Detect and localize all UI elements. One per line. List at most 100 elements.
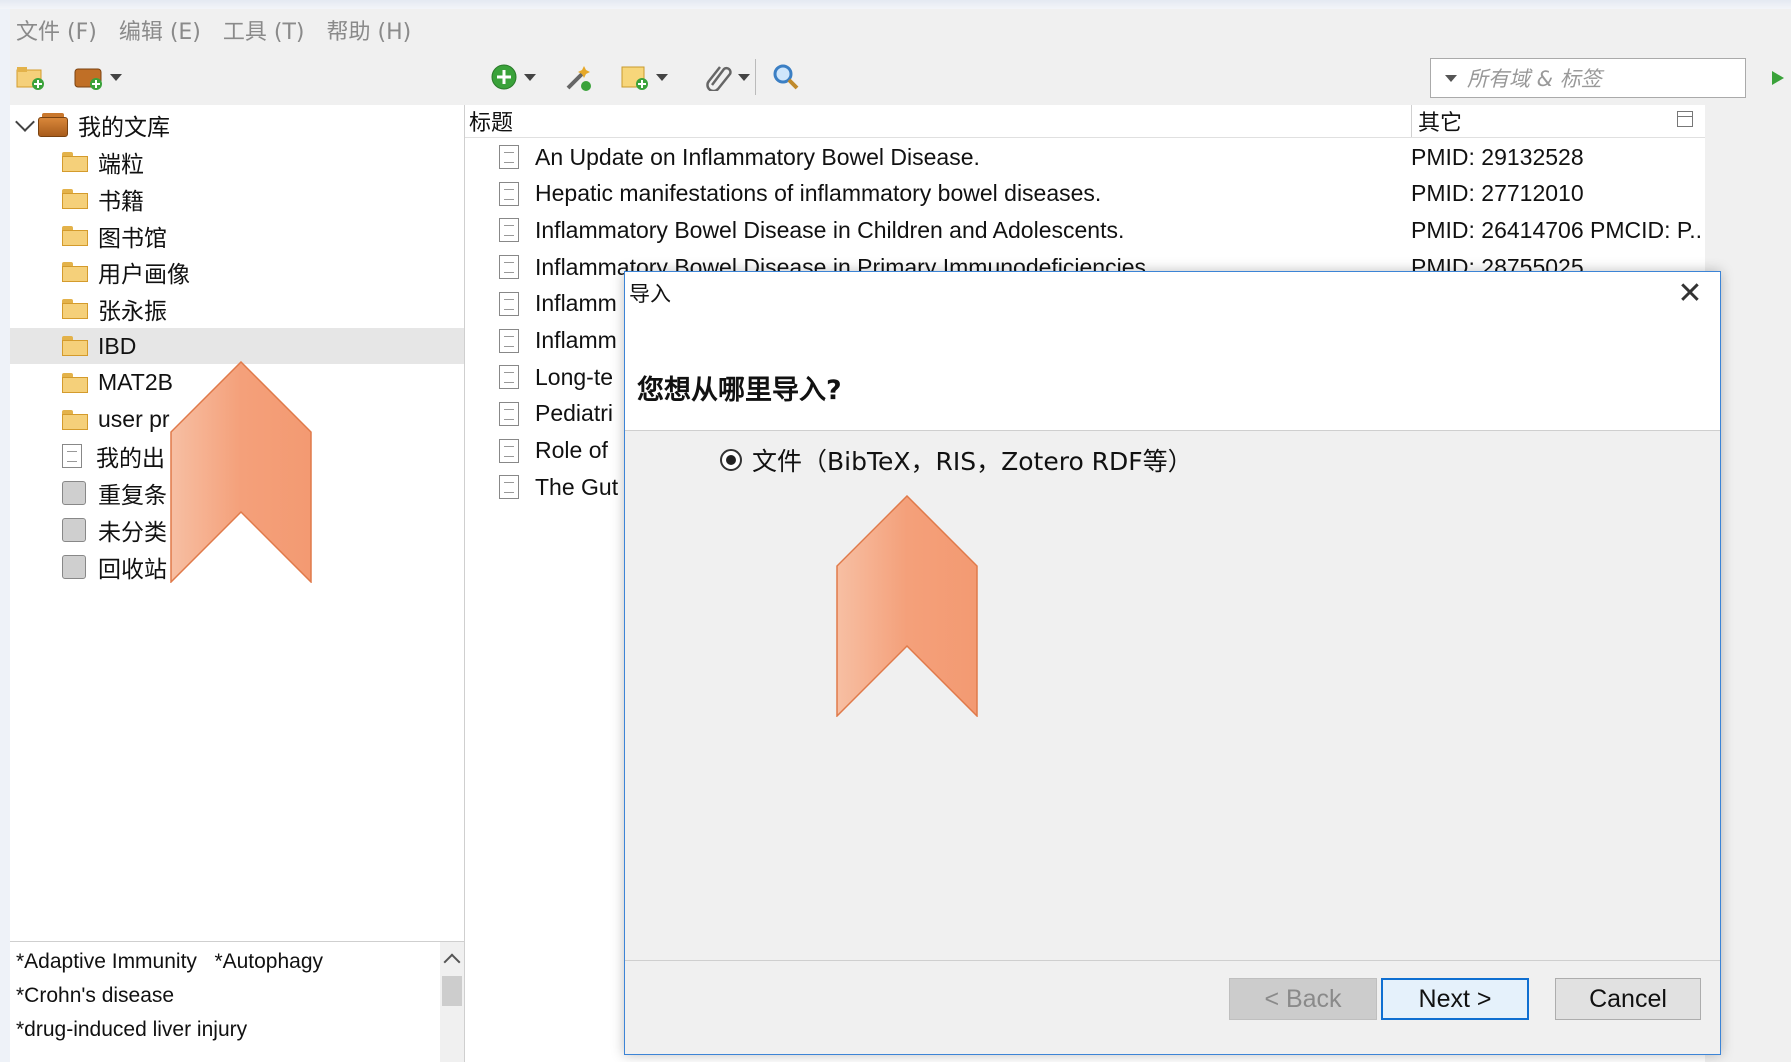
collection-label: IBD (98, 332, 137, 359)
tag-item[interactable]: *Adaptive Immunity (16, 950, 197, 973)
folder-icon (62, 409, 88, 430)
collection-label: 书籍 (98, 187, 144, 214)
back-button[interactable]: < Back (1229, 978, 1377, 1020)
document-icon (499, 401, 519, 426)
chevron-down-icon (524, 73, 536, 81)
new-item-button[interactable] (490, 61, 536, 93)
advanced-search-button[interactable] (772, 61, 800, 93)
collection-label: user pr (98, 406, 170, 433)
column-picker-icon[interactable] (1677, 111, 1693, 127)
tag-item[interactable]: *drug-induced liver injury (16, 1018, 247, 1041)
next-button-label: Next > (1418, 984, 1492, 1013)
item-row[interactable]: An Update on Inflammatory Bowel Disease.… (465, 139, 1705, 175)
menu-file[interactable]: 文件 (F) (16, 14, 97, 46)
new-note-button[interactable] (620, 61, 668, 93)
new-collection-button[interactable] (16, 61, 46, 93)
item-title: Inflamm (535, 327, 617, 353)
document-icon (499, 145, 519, 169)
tag-item[interactable]: *Autophagy (214, 950, 323, 973)
new-library-icon (74, 68, 102, 90)
new-collection-icon (16, 67, 44, 90)
item-title: Hepatic manifestations of inflammatory b… (535, 180, 1102, 207)
add-by-identifier-button[interactable] (562, 61, 592, 93)
collection-label: 张永振 (98, 298, 167, 325)
item-title: Inflammatory Bowel Disease in Children a… (535, 216, 1125, 243)
header-divider (465, 137, 1705, 138)
document-icon (499, 218, 519, 243)
tag-list-line-2: *Crohn's disease (16, 984, 174, 1008)
library-icon (38, 113, 68, 137)
library-root[interactable]: 我的文库 (10, 107, 464, 143)
orange-up-arrow-annotation (836, 495, 978, 717)
collection-label: 我的出 (96, 445, 165, 472)
tag-list-line-3: *drug-induced liver injury (16, 1018, 247, 1042)
item-title: An Update on Inflammatory Bowel Disease. (535, 143, 980, 170)
chevron-down-icon (110, 73, 122, 81)
tag-list-line-1: *Adaptive Immunity *Autophagy (16, 950, 323, 974)
item-row[interactable]: Hepatic manifestations of inflammatory b… (465, 176, 1705, 212)
import-source-file-option[interactable]: 文件（BibTeX，RIS，Zotero RDF等） (720, 442, 1193, 478)
radio-selected-icon[interactable] (720, 449, 742, 471)
publications-icon (62, 444, 82, 469)
collection-label: 图书馆 (98, 224, 167, 251)
item-title: Inflamm (535, 290, 617, 317)
collection-label: 未分类 (98, 519, 167, 545)
collection-label: MAT2B (98, 369, 173, 396)
next-button[interactable]: Next > (1381, 978, 1529, 1020)
collection-item[interactable]: 张永振 (10, 291, 464, 327)
item-extra: PMID: 26414706 PMCID: P... (1411, 216, 1701, 243)
dialog-footer-divider (625, 960, 1720, 961)
unfiled-icon (62, 518, 86, 542)
close-icon[interactable]: ✕ (1674, 278, 1706, 310)
scroll-up-icon[interactable] (443, 953, 461, 971)
folder-icon (62, 372, 88, 393)
tag-scrollbar[interactable] (440, 942, 464, 1062)
item-row[interactable]: Inflammatory Bowel Disease in Children a… (465, 212, 1705, 248)
window-top-strip (0, 0, 1791, 9)
menu-tools[interactable]: 工具 (T) (223, 14, 305, 46)
library-root-label: 我的文库 (78, 114, 170, 140)
scroll-thumb[interactable] (442, 976, 462, 1006)
search-mode-dropdown-icon[interactable] (1445, 74, 1457, 82)
dialog-title: 导入 (629, 282, 671, 306)
folder-icon (62, 336, 88, 356)
magnifier-icon (773, 64, 799, 90)
column-header-title[interactable]: 标题 (469, 105, 513, 137)
locate-arrow-icon[interactable] (1772, 71, 1784, 85)
tag-item[interactable]: *Crohn's disease (16, 984, 174, 1007)
collection-item[interactable]: 书籍 (10, 181, 464, 217)
zotero-window: 文件 (F) 编辑 (E) 工具 (T) 帮助 (H) 所有域 & 标签 我的文… (10, 9, 1791, 1062)
cancel-button[interactable]: Cancel (1555, 978, 1701, 1020)
collection-item[interactable]: IBD (10, 328, 464, 364)
collection-item[interactable]: 图书馆 (10, 218, 464, 254)
menu-help[interactable]: 帮助 (H) (327, 14, 412, 46)
document-icon (499, 181, 519, 206)
column-header-extra[interactable]: 其它 (1411, 105, 1462, 137)
collection-label: 回收站 (98, 555, 167, 582)
menu-edit[interactable]: 编辑 (E) (119, 14, 201, 46)
menu-bar: 文件 (F) 编辑 (E) 工具 (T) 帮助 (H) (10, 9, 1791, 51)
note-icon (621, 66, 648, 90)
item-extra: PMID: 29132528 (1411, 143, 1584, 170)
add-attachment-button[interactable] (704, 61, 750, 93)
collection-label: 端粒 (98, 151, 144, 177)
paperclip-icon (706, 66, 732, 91)
collection-item[interactable]: 用户画像 (10, 254, 464, 290)
document-icon (499, 291, 519, 316)
collection-label: 用户画像 (98, 261, 190, 288)
new-library-button[interactable] (74, 61, 122, 93)
item-extra: PMID: 27712010 (1411, 180, 1584, 207)
back-button-label: < Back (1264, 984, 1342, 1013)
chevron-down-icon[interactable] (15, 112, 35, 132)
cancel-button-label: Cancel (1589, 984, 1667, 1013)
folder-icon (62, 225, 88, 246)
collection-label: 重复条 (98, 482, 167, 509)
collection-item[interactable]: 端粒 (10, 144, 464, 180)
item-title: The Gut (535, 473, 619, 500)
document-icon (499, 255, 519, 280)
item-title: Role of (535, 437, 608, 464)
item-title: Pediatri (535, 400, 613, 427)
trash-icon (62, 554, 86, 579)
item-title: Long-te (535, 363, 614, 390)
search-input[interactable]: 所有域 & 标签 (1430, 58, 1746, 98)
